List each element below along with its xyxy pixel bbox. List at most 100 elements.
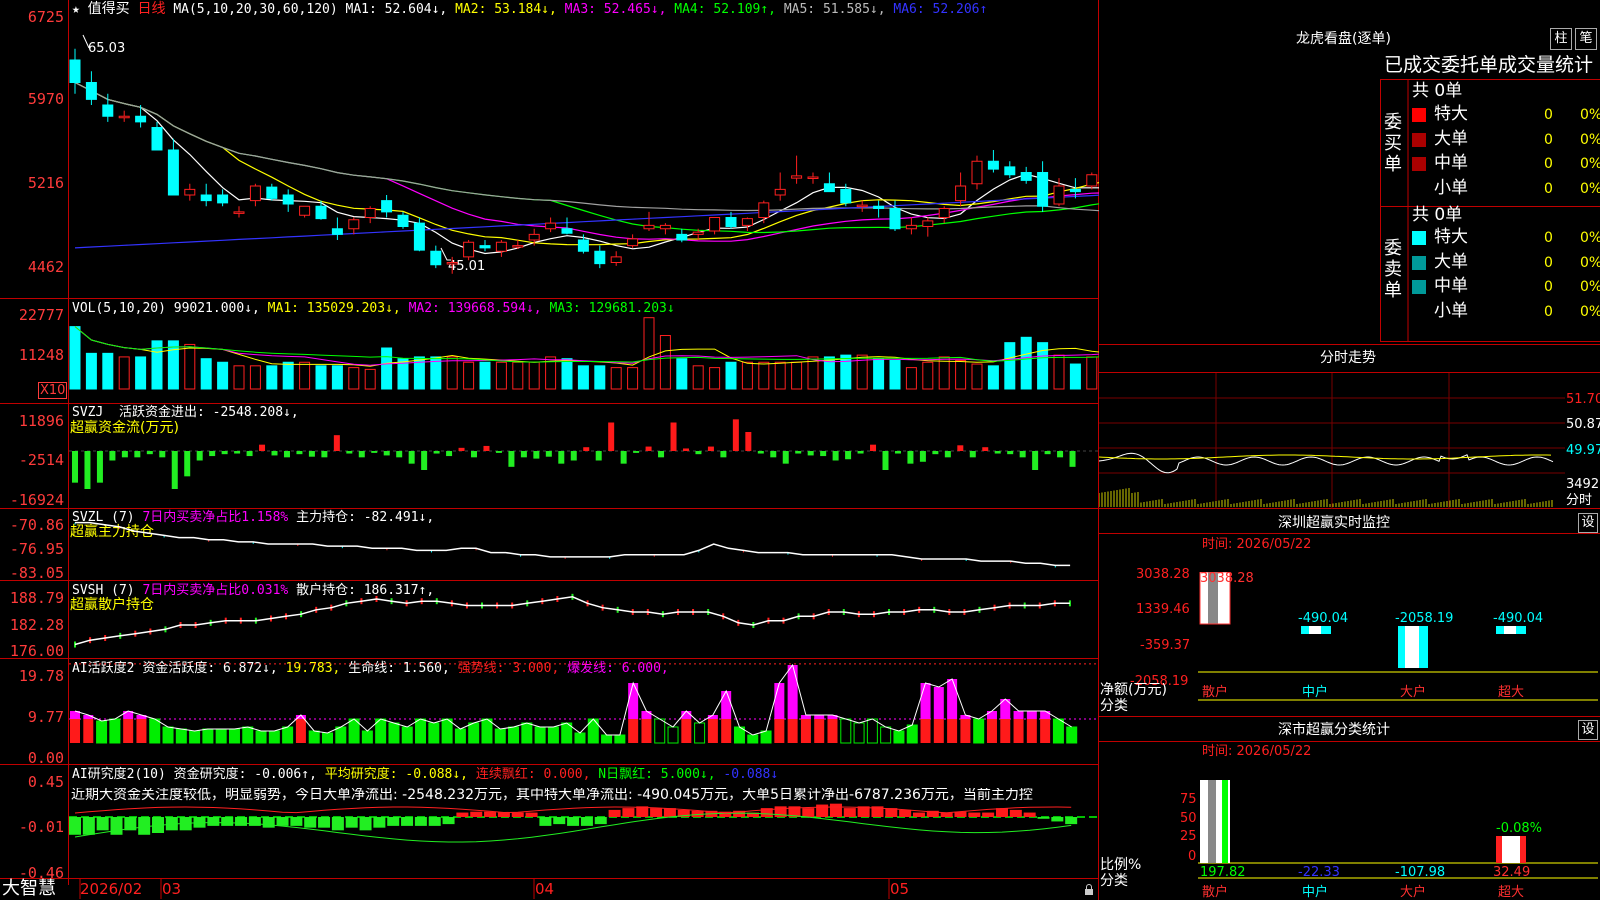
research-bar bbox=[414, 817, 427, 826]
svsh-ylabel: 188.79 bbox=[9, 589, 64, 607]
activity-bar bbox=[282, 726, 294, 744]
stat-category-label: 超大 bbox=[1498, 885, 1524, 900]
candle-body bbox=[741, 218, 753, 226]
activity-bar-base bbox=[1040, 719, 1051, 743]
activity-bar bbox=[481, 718, 493, 744]
svsh-chart[interactable] bbox=[69, 581, 1099, 658]
intraday-chart[interactable] bbox=[1099, 373, 1565, 509]
research-bar bbox=[401, 817, 414, 826]
candle-body bbox=[971, 160, 983, 185]
research-bar bbox=[982, 812, 995, 817]
lhb-row-value: 0 bbox=[1544, 279, 1553, 295]
vol-unit-button[interactable]: X10 bbox=[38, 382, 68, 399]
svzj-bar bbox=[246, 451, 253, 457]
research-bar bbox=[816, 804, 829, 817]
volume-bar bbox=[184, 343, 196, 390]
lhb-row-value: 0 bbox=[1544, 230, 1553, 246]
activity-bar-top bbox=[933, 687, 944, 719]
activity-bar bbox=[149, 718, 161, 744]
candle-body bbox=[184, 188, 196, 196]
sz-settings-button[interactable]: 设 bbox=[1578, 513, 1598, 533]
svzj-chart[interactable] bbox=[69, 404, 1099, 508]
research-bar bbox=[650, 808, 663, 817]
svzj-bar bbox=[146, 451, 153, 455]
activity-bar-top bbox=[721, 691, 732, 719]
activity-bar bbox=[893, 730, 905, 744]
research-bar bbox=[235, 817, 248, 826]
activity-bar-base bbox=[681, 719, 692, 743]
volume-chart[interactable] bbox=[69, 299, 1099, 403]
sz-category-label: 散户 bbox=[1202, 684, 1228, 700]
volume-bar bbox=[102, 352, 114, 390]
research-bar bbox=[262, 817, 275, 828]
svzj-bar bbox=[533, 451, 540, 459]
lhb-row-value: 0 bbox=[1544, 180, 1553, 197]
volume-bar bbox=[692, 365, 704, 390]
volume-bar bbox=[1086, 356, 1098, 390]
svzj-bar bbox=[221, 451, 228, 455]
ai-activity-chart[interactable] bbox=[69, 659, 1099, 765]
candle-body bbox=[1086, 174, 1098, 187]
volume-bar bbox=[594, 365, 606, 390]
research-bar bbox=[995, 808, 1008, 817]
candle-body bbox=[167, 149, 179, 196]
activity-bar bbox=[601, 734, 613, 744]
candle-body bbox=[692, 231, 704, 235]
sz-net-chart[interactable]: 3038.28 -490.04 -2058.19 -490.04 散户 中户 大户 超大 bbox=[1198, 572, 1598, 702]
candle-body bbox=[348, 219, 360, 230]
category-swatch bbox=[1412, 304, 1426, 319]
kline-chart[interactable] bbox=[69, 0, 1099, 298]
lhb-row: 大单 0 0% bbox=[1410, 253, 1600, 276]
svzj-bar bbox=[1044, 451, 1051, 455]
volume-bar bbox=[905, 367, 917, 390]
svzl-chart[interactable] bbox=[69, 509, 1099, 581]
svzj-bar bbox=[807, 451, 814, 456]
research-bar bbox=[968, 812, 981, 817]
candle-body bbox=[577, 239, 589, 252]
svzj-bar bbox=[857, 451, 864, 454]
research-bar bbox=[608, 809, 621, 817]
svzj-bar bbox=[957, 445, 964, 451]
stat-category-label: 大户 bbox=[1400, 884, 1426, 900]
candle-body bbox=[1020, 172, 1032, 181]
activity-bar bbox=[308, 730, 320, 744]
svzj-bar bbox=[558, 451, 565, 464]
svzj-bar bbox=[234, 451, 241, 454]
lhb-row-label: 大单 bbox=[1434, 128, 1468, 149]
research-bar bbox=[663, 808, 676, 817]
research-bar bbox=[428, 817, 441, 826]
svzj-bar bbox=[570, 451, 577, 461]
volume-bar bbox=[676, 358, 688, 390]
activity-bar bbox=[268, 730, 280, 744]
svzj-bar bbox=[358, 451, 365, 458]
lock-icon[interactable] bbox=[1083, 884, 1095, 896]
tick-mode-button[interactable]: 笔 bbox=[1575, 28, 1597, 50]
candle-body bbox=[102, 104, 114, 117]
lhb-row-label: 特大 bbox=[1434, 227, 1468, 247]
research-bar bbox=[622, 808, 635, 817]
sz-ylabel: -359.37 bbox=[1140, 638, 1191, 653]
candle-body bbox=[135, 115, 147, 123]
bar-mode-button[interactable]: 柱 bbox=[1550, 28, 1572, 50]
volume-bar bbox=[463, 361, 475, 390]
volume-bar bbox=[561, 358, 573, 390]
research-bar bbox=[1051, 817, 1064, 822]
svzj-bar bbox=[1057, 451, 1064, 458]
volume-bar bbox=[709, 367, 721, 390]
svzj-bar bbox=[483, 445, 490, 451]
volume-bar bbox=[200, 358, 212, 390]
ai-research-chart[interactable] bbox=[69, 765, 1099, 879]
svzj-ylabel: -16924 bbox=[9, 491, 64, 509]
sz-ratio-chart[interactable]: -0.08% 197.82 -22.33 -107.98 32.49 散户 中户 大户 超大 bbox=[1198, 778, 1598, 900]
volume-bar bbox=[528, 361, 540, 390]
candle-body bbox=[1053, 185, 1065, 205]
candle-body bbox=[922, 220, 934, 227]
stat-category-label: 中户 bbox=[1302, 884, 1328, 900]
stat-settings-button[interactable]: 设 bbox=[1578, 720, 1598, 740]
svsh-line bbox=[74, 596, 1070, 646]
candle-body bbox=[627, 238, 639, 247]
volume-bar bbox=[1069, 363, 1081, 390]
volume-bar bbox=[873, 358, 885, 390]
lhb-row-label: 小单 bbox=[1434, 177, 1468, 198]
research-bar bbox=[290, 817, 303, 826]
